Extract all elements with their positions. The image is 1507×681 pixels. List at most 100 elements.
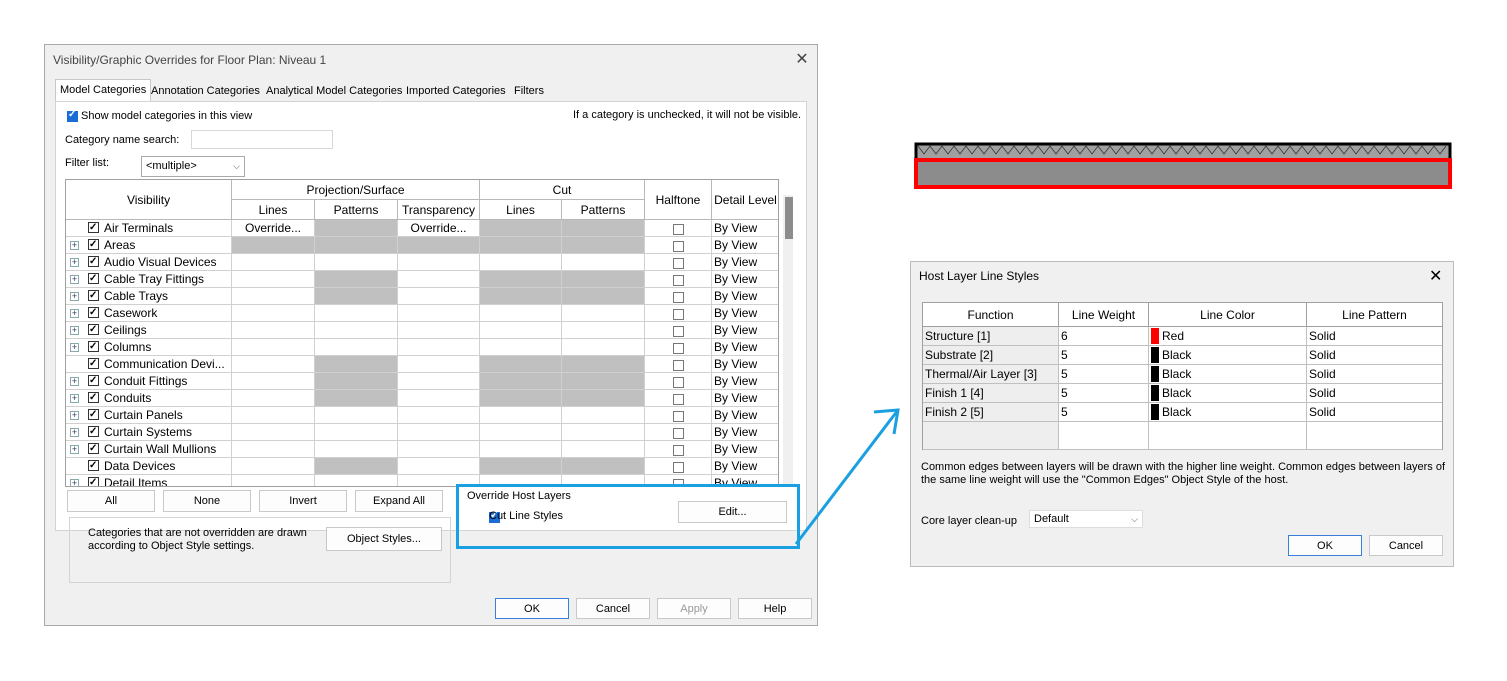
visibility-checkbox[interactable] — [88, 356, 99, 372]
cut-patterns-cell[interactable] — [562, 271, 645, 288]
visibility-checkbox[interactable] — [88, 424, 99, 440]
table-row[interactable]: Air Terminals Override... Override... By Vi… — [66, 220, 778, 237]
detail-level-cell[interactable]: By View — [712, 288, 778, 305]
halftone-checkbox[interactable] — [672, 343, 684, 355]
detail-level-cell[interactable]: By View — [712, 220, 778, 237]
header-visibility[interactable]: Visibility — [66, 180, 232, 220]
detail-level-cell[interactable]: By View — [712, 271, 778, 288]
transparency-cell[interactable] — [398, 390, 480, 407]
transparency-cell[interactable] — [398, 424, 480, 441]
halftone-checkbox[interactable] — [672, 241, 684, 253]
line-weight-cell[interactable]: 6 — [1059, 327, 1149, 346]
transparency-cell[interactable] — [398, 458, 480, 475]
line-pattern-cell[interactable]: Solid — [1307, 403, 1442, 422]
proj-patterns-cell[interactable] — [315, 254, 398, 271]
table-row[interactable]: + Conduit Fittings By View — [66, 373, 778, 390]
none-button[interactable]: None — [163, 490, 251, 512]
expand-icon[interactable]: + — [70, 479, 79, 486]
expand-icon[interactable]: + — [70, 428, 79, 437]
visibility-checkbox[interactable] — [88, 220, 99, 236]
edit-button[interactable]: Edit... — [678, 501, 787, 523]
expand-icon[interactable]: + — [70, 445, 79, 454]
line-pattern-cell[interactable]: Solid — [1307, 365, 1442, 384]
close-icon[interactable]: ✕ — [793, 49, 811, 69]
line-weight-cell[interactable]: 5 — [1059, 365, 1149, 384]
line-pattern-cell[interactable]: Solid — [1307, 346, 1442, 365]
halftone-checkbox[interactable] — [672, 224, 684, 236]
all-button[interactable]: All — [67, 490, 155, 512]
cancel-button[interactable]: Cancel — [576, 598, 650, 619]
transparency-cell[interactable] — [398, 271, 480, 288]
table-row[interactable]: + Casework By View — [66, 305, 778, 322]
proj-lines-cell[interactable] — [232, 237, 315, 254]
transparency-cell[interactable] — [398, 305, 480, 322]
ok-button[interactable]: OK — [495, 598, 569, 619]
tab-analytical-model-categories[interactable]: Analytical Model Categories — [262, 81, 406, 101]
visibility-checkbox[interactable] — [88, 407, 99, 423]
cut-lines-cell[interactable] — [480, 407, 562, 424]
category-cell[interactable]: + Areas — [66, 237, 232, 254]
visibility-checkbox[interactable] — [88, 254, 99, 270]
detail-level-cell[interactable]: By View — [712, 390, 778, 407]
proj-patterns-cell[interactable] — [315, 373, 398, 390]
category-cell[interactable]: Air Terminals — [66, 220, 232, 237]
cut-lines-cell[interactable] — [480, 356, 562, 373]
proj-patterns-cell[interactable] — [315, 305, 398, 322]
cut-patterns-cell[interactable] — [562, 237, 645, 254]
proj-lines-cell[interactable] — [232, 424, 315, 441]
cut-patterns-cell[interactable] — [562, 356, 645, 373]
category-cell[interactable]: + Ceilings — [66, 322, 232, 339]
detail-level-cell[interactable]: By View — [712, 424, 778, 441]
category-cell[interactable]: + Curtain Systems — [66, 424, 232, 441]
transparency-cell[interactable]: Override... — [398, 220, 480, 237]
line-color-cell[interactable]: Black — [1149, 346, 1307, 365]
category-cell[interactable]: Communication Devi... — [66, 356, 232, 373]
proj-patterns-cell[interactable] — [315, 441, 398, 458]
halftone-checkbox[interactable] — [672, 275, 684, 287]
proj-lines-cell[interactable] — [232, 254, 315, 271]
tab-imported-categories[interactable]: Imported Categories — [402, 81, 510, 101]
line-color-cell[interactable]: Black — [1149, 365, 1307, 384]
table-row[interactable]: + Audio Visual Devices By View — [66, 254, 778, 271]
detail-level-cell[interactable]: By View — [712, 373, 778, 390]
table-row[interactable]: + Cable Trays By View — [66, 288, 778, 305]
apply-button[interactable]: Apply — [657, 598, 731, 619]
category-cell[interactable]: + Columns — [66, 339, 232, 356]
expand-icon[interactable]: + — [70, 394, 79, 403]
detail-level-cell[interactable]: By View — [712, 407, 778, 424]
close-icon[interactable]: ✕ — [1429, 266, 1442, 286]
line-weight-cell[interactable]: 5 — [1059, 346, 1149, 365]
proj-lines-cell[interactable] — [232, 356, 315, 373]
table-row[interactable]: + Curtain Wall Mullions By View — [66, 441, 778, 458]
cut-lines-cell[interactable] — [480, 220, 562, 237]
proj-lines-cell[interactable] — [232, 373, 315, 390]
category-cell[interactable]: + Casework — [66, 305, 232, 322]
visibility-checkbox[interactable] — [88, 339, 99, 355]
expand-icon[interactable]: + — [70, 292, 79, 301]
cut-patterns-cell[interactable] — [562, 288, 645, 305]
proj-patterns-cell[interactable] — [315, 339, 398, 356]
proj-lines-cell[interactable] — [232, 475, 315, 486]
transparency-cell[interactable] — [398, 288, 480, 305]
detail-level-cell[interactable]: By View — [712, 356, 778, 373]
detail-level-cell[interactable]: By View — [712, 339, 778, 356]
tab-annotation-categories[interactable]: Annotation Categories — [147, 81, 264, 101]
transparency-cell[interactable] — [398, 356, 480, 373]
detail-level-cell[interactable]: By View — [712, 305, 778, 322]
visibility-checkbox[interactable] — [88, 390, 99, 406]
line-color-cell[interactable]: Black — [1149, 403, 1307, 422]
cut-lines-cell[interactable] — [480, 373, 562, 390]
transparency-cell[interactable] — [398, 237, 480, 254]
expand-icon[interactable]: + — [70, 377, 79, 386]
table-row[interactable]: + Curtain Systems By View — [66, 424, 778, 441]
cut-lines-cell[interactable] — [480, 458, 562, 475]
category-cell[interactable]: + Audio Visual Devices — [66, 254, 232, 271]
category-search-input[interactable] — [191, 130, 333, 149]
transparency-cell[interactable] — [398, 441, 480, 458]
proj-lines-cell[interactable] — [232, 288, 315, 305]
halftone-checkbox[interactable] — [672, 360, 684, 372]
expand-icon[interactable]: + — [70, 258, 79, 267]
halftone-checkbox[interactable] — [672, 462, 684, 474]
cut-lines-cell[interactable] — [480, 390, 562, 407]
filter-list-select[interactable]: <multiple> ⌵ — [141, 156, 245, 177]
